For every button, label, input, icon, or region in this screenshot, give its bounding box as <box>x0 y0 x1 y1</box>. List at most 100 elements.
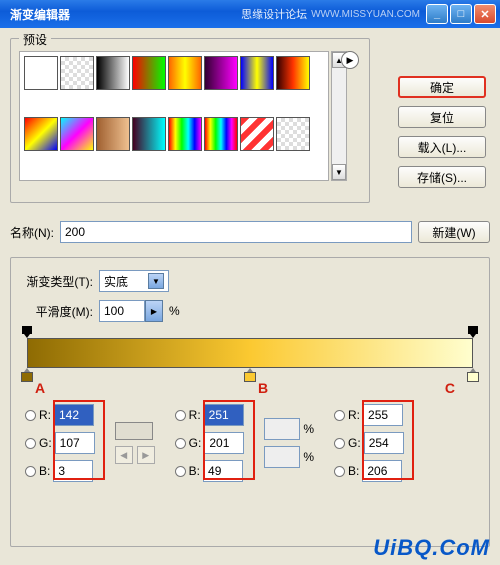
smoothness-input[interactable]: ▶ <box>99 300 163 322</box>
pct-unit: % <box>303 450 314 464</box>
radio-g[interactable] <box>334 438 345 449</box>
b-label: B: <box>189 464 200 478</box>
radio-g[interactable] <box>25 438 36 449</box>
chevron-right-icon: ▶ <box>145 300 163 322</box>
opacity-stop-left[interactable] <box>22 326 32 338</box>
chevron-down-icon: ▼ <box>148 273 164 289</box>
new-button[interactable]: 新建(W) <box>418 221 490 243</box>
window-title: 渐变编辑器 <box>10 6 241 23</box>
radio-g[interactable] <box>175 438 186 449</box>
mid-controls-1: ◀ ▶ <box>115 404 155 482</box>
preset-swatch[interactable] <box>276 56 310 90</box>
color-stop-c[interactable] <box>467 368 479 382</box>
a-r-input[interactable] <box>54 404 94 426</box>
gradtype-label: 渐变类型(T): <box>19 273 93 290</box>
prev-icon[interactable]: ◀ <box>115 446 133 464</box>
rgb-col-a: R: G: B: <box>25 404 95 482</box>
dialog-body: 预设 ▶ ▲ <box>0 28 500 565</box>
gradient-bar-wrap: A B C <box>27 338 473 368</box>
name-label: 名称(N): <box>10 224 54 241</box>
preset-swatch[interactable] <box>204 56 238 90</box>
close-button[interactable]: ✕ <box>474 4 496 24</box>
percent-unit: % <box>169 304 180 318</box>
preset-swatch[interactable] <box>24 56 58 90</box>
b-b-input[interactable] <box>203 460 243 482</box>
preset-swatch[interactable] <box>96 56 130 90</box>
titlebar-url: WWW.MISSYUAN.COM <box>311 9 420 20</box>
preset-swatch[interactable] <box>276 117 310 151</box>
gradient-section: 渐变类型(T): 实底 ▼ 平滑度(M): ▶ % A B C <box>10 257 490 547</box>
rgb-col-b: R: G: B: <box>175 404 245 482</box>
presets-label: 预设 <box>19 31 51 48</box>
opacity-stop-right[interactable] <box>468 326 478 338</box>
c-b-input[interactable] <box>362 460 402 482</box>
preset-swatch[interactable] <box>168 56 202 90</box>
preset-swatch[interactable] <box>60 117 94 151</box>
title-bar: 渐变编辑器 思缘设计论坛 WWW.MISSYUAN.COM _ □ ✕ <box>0 0 500 28</box>
c-g-input[interactable] <box>364 432 404 454</box>
r-label: R: <box>348 408 360 422</box>
g-label: G: <box>39 436 52 450</box>
radio-r[interactable] <box>334 410 345 421</box>
color-stop-b[interactable] <box>244 368 256 382</box>
next-icon[interactable]: ▶ <box>137 446 155 464</box>
minimize-button[interactable]: _ <box>426 4 448 24</box>
gradtype-value: 实底 <box>104 273 128 290</box>
rgb-area: R: G: B: ◀ ▶ R: G: B: % % <box>19 404 481 482</box>
pct-input[interactable] <box>264 446 300 468</box>
name-row: 名称(N): 新建(W) <box>10 221 490 243</box>
ok-button[interactable]: 确定 <box>398 76 486 98</box>
preset-swatch[interactable] <box>168 117 202 151</box>
footer-watermark: UiBQ.CoM <box>373 535 490 561</box>
gradtype-select[interactable]: 实底 ▼ <box>99 270 169 292</box>
radio-r[interactable] <box>25 410 36 421</box>
radio-r[interactable] <box>175 410 186 421</box>
radio-b[interactable] <box>25 466 36 477</box>
a-b-input[interactable] <box>53 460 93 482</box>
g-label: G: <box>348 436 361 450</box>
c-r-input[interactable] <box>363 404 403 426</box>
stop-label-b: B <box>258 380 268 396</box>
presets-group: 预设 ▶ ▲ <box>10 38 370 203</box>
name-input[interactable] <box>60 221 412 243</box>
pct-input[interactable] <box>264 418 300 440</box>
smoothness-label: 平滑度(M): <box>19 303 93 320</box>
button-column: 确定 复位 载入(L)... 存储(S)... <box>398 76 486 188</box>
preset-swatch[interactable] <box>240 56 274 90</box>
b-r-input[interactable] <box>204 404 244 426</box>
load-button[interactable]: 载入(L)... <box>398 136 486 158</box>
radio-b[interactable] <box>334 466 345 477</box>
reset-button[interactable]: 复位 <box>398 106 486 128</box>
scroll-track[interactable] <box>332 68 346 164</box>
save-button[interactable]: 存储(S)... <box>398 166 486 188</box>
presets-scrollbar[interactable]: ▲ ▼ <box>331 51 347 181</box>
g-label: G: <box>189 436 202 450</box>
stop-label-c: C <box>445 380 455 396</box>
preset-swatch[interactable] <box>204 117 238 151</box>
color-swatch-button[interactable] <box>115 422 153 440</box>
maximize-button[interactable]: □ <box>450 4 472 24</box>
radio-b[interactable] <box>175 466 186 477</box>
b-g-input[interactable] <box>204 432 244 454</box>
titlebar-watermark: 思缘设计论坛 <box>241 6 307 22</box>
stop-label-a: A <box>35 380 45 396</box>
preset-swatch[interactable] <box>60 56 94 90</box>
rgb-col-c: R: G: B: <box>334 404 404 482</box>
pct-unit: % <box>303 422 314 436</box>
preset-swatch[interactable] <box>240 117 274 151</box>
r-label: R: <box>189 408 201 422</box>
preset-swatch[interactable] <box>132 117 166 151</box>
b-label: B: <box>39 464 50 478</box>
b-label: B: <box>348 464 359 478</box>
color-stop-a[interactable] <box>21 368 33 382</box>
a-g-input[interactable] <box>55 432 95 454</box>
preset-swatch[interactable] <box>132 56 166 90</box>
preset-swatch[interactable] <box>24 117 58 151</box>
mid-controls-2: % % <box>264 404 314 482</box>
presets-menu-icon[interactable]: ▶ <box>341 51 359 69</box>
smoothness-value[interactable] <box>99 300 145 322</box>
preset-swatch[interactable] <box>96 117 130 151</box>
gradient-bar[interactable] <box>27 338 473 368</box>
scroll-down-icon[interactable]: ▼ <box>332 164 346 180</box>
preset-swatches <box>19 51 329 181</box>
